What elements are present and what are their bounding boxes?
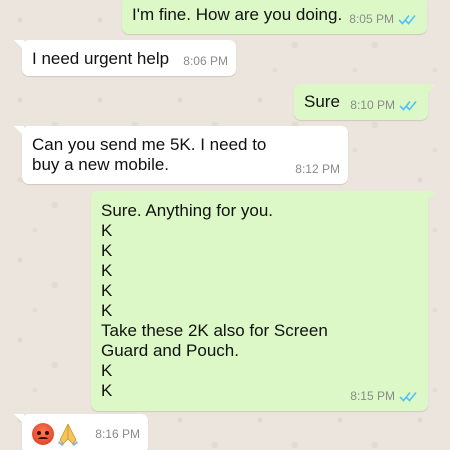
message-meta: 8:10 PM (350, 95, 418, 115)
chat-conversation: I'm fine. How are you doing. 8:05 PM I n… (0, 0, 450, 450)
message-time: 8:12 PM (295, 162, 340, 176)
outgoing-message[interactable]: Sure. Anything for you. K K K K K Take t… (91, 191, 436, 411)
incoming-message[interactable]: 8:16 PM (14, 414, 148, 450)
emoji-group (32, 422, 79, 446)
folded-hands-emoji (58, 423, 78, 446)
incoming-message[interactable]: I need urgent help 8:06 PM (14, 40, 236, 76)
message-text: Can you send me 5K. I need to buy a new … (32, 135, 267, 174)
message-time: 8:06 PM (183, 54, 228, 68)
pouting-face-emoji (32, 423, 54, 445)
double-tick-read-icon (399, 100, 417, 111)
message-meta: 8:16 PM (95, 424, 140, 444)
message-meta: 8:12 PM (295, 159, 340, 179)
message-time: 8:15 PM (350, 389, 395, 403)
message-meta: 8:15 PM (350, 386, 418, 406)
message-time: 8:10 PM (350, 98, 395, 112)
message-time: 8:16 PM (95, 427, 140, 441)
double-tick-read-icon (399, 391, 417, 402)
outgoing-message[interactable]: I'm fine. How are you doing. 8:05 PM (122, 0, 427, 34)
message-time: 8:05 PM (349, 12, 394, 26)
bubble-tail (14, 40, 24, 50)
bubble-tail (426, 84, 436, 94)
message-text: Sure. Anything for you. K K K K K Take t… (101, 201, 328, 400)
message-meta: 8:06 PM (183, 51, 228, 71)
bubble-tail (426, 191, 436, 201)
message-text: Sure (304, 92, 340, 111)
double-tick-read-icon (398, 14, 416, 25)
outgoing-message[interactable]: Sure 8:10 PM (294, 84, 436, 120)
message-meta: 8:05 PM (349, 9, 417, 29)
bubble-tail (14, 126, 24, 136)
incoming-message[interactable]: Can you send me 5K. I need to buy a new … (14, 126, 348, 184)
bubble-tail (14, 414, 24, 424)
message-text: I need urgent help (32, 49, 170, 68)
message-text: I'm fine. How are you doing. (132, 5, 343, 24)
